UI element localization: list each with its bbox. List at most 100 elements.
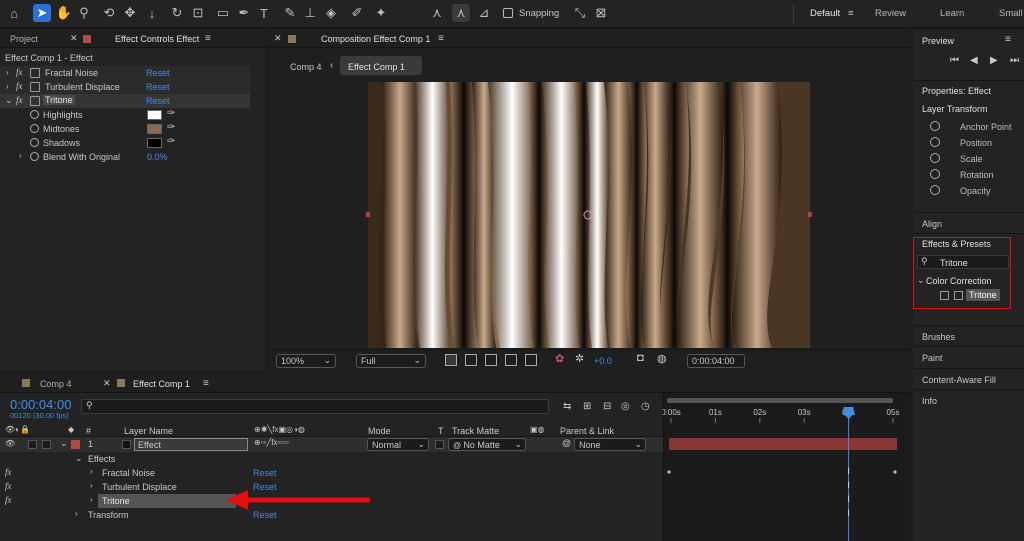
clone-stamp-icon[interactable]: ⊥ (301, 4, 319, 22)
paint-panel[interactable]: Paint (914, 346, 1024, 367)
eye-icon[interactable]: 👁 (5, 439, 15, 448)
info-panel[interactable]: Info (914, 389, 1024, 410)
preserve-transparency-box[interactable] (435, 440, 444, 449)
reset-link[interactable]: Reset (253, 510, 277, 520)
blend-value[interactable]: 0.0% (147, 152, 168, 162)
close-icon[interactable]: ✕ (70, 33, 78, 44)
layer-row[interactable]: 👁 ⌄ 1 Effect ⊕▫▫╱fx▫▫▫▫ Normal ⌄ @ No Mat… (0, 437, 663, 452)
type-tool-icon[interactable]: T (255, 4, 273, 22)
first-frame-icon[interactable]: ⏮ (950, 55, 959, 66)
tl-effect-row[interactable]: fx › Fractal Noise Reset (0, 466, 663, 480)
label-icon[interactable]: ◆ (68, 425, 74, 434)
home-icon[interactable]: ⌂ (5, 4, 23, 22)
reset-link[interactable]: Reset (146, 82, 170, 92)
exposure-reset-icon[interactable]: ✲ (575, 352, 584, 365)
grid-guides-icon[interactable] (525, 354, 537, 366)
workspace-small[interactable]: Small (999, 8, 1023, 19)
stopwatch-icon[interactable] (30, 138, 39, 147)
shy-icon[interactable]: ⊞ (583, 401, 591, 412)
effect-row-tritone[interactable]: ⌄ fx Tritone Reset (0, 94, 250, 108)
workspace-menu-icon[interactable]: ≡ (848, 8, 854, 19)
switches-icons[interactable]: ⊕✱╲fx▣◎◑◍ (254, 425, 305, 434)
tab-effect-controls[interactable]: Effect Controls Effect (115, 34, 199, 44)
layer-handle[interactable] (366, 212, 370, 217)
next-frame-icon[interactable]: ⏭ (1010, 55, 1019, 66)
mask-visibility-icon[interactable] (485, 354, 497, 366)
reset-link[interactable]: Reset (146, 96, 170, 106)
close-icon[interactable]: ✕ (274, 33, 282, 44)
mode-dropdown[interactable]: Normal ⌄ (367, 438, 429, 451)
dolly-camera-icon[interactable]: ↓ (143, 4, 161, 22)
eyedropper-icon[interactable]: ✑ (167, 122, 175, 133)
effect-row-turbulent-displace[interactable]: › fx Turbulent Displace Reset (0, 80, 250, 94)
timeline-search-input[interactable] (81, 399, 549, 414)
panel-menu-icon[interactable]: ≡ (205, 33, 211, 44)
visibility-icon[interactable]: 👁◐🔒 (5, 425, 30, 434)
layer-duration-bar[interactable] (669, 438, 897, 450)
tab-project[interactable]: Project (10, 34, 38, 44)
align-tool-1-icon[interactable]: ⋏ (428, 4, 446, 22)
pick-whip-icon[interactable]: @ (562, 438, 571, 448)
selection-tool-icon[interactable]: ➤ (33, 4, 51, 22)
stopwatch-icon[interactable] (930, 185, 940, 195)
show-snapshot-icon[interactable]: ◍ (657, 352, 667, 365)
timeline-timecode[interactable]: 0:00:04:00 (10, 397, 71, 412)
breadcrumb-comp4[interactable]: Comp 4 (290, 62, 322, 72)
playhead-handle[interactable] (843, 407, 854, 419)
panel-menu-icon[interactable]: ≡ (438, 33, 444, 44)
align-panel[interactable]: Align (914, 212, 1024, 233)
parent-dropdown[interactable]: None ⌄ (574, 438, 646, 451)
hand-tool-icon[interactable]: ✋ (55, 4, 73, 22)
effects-group-row[interactable]: ⌄ Effects (0, 452, 663, 466)
prev-frame-icon[interactable]: ◀ (970, 55, 978, 66)
motion-blur-icon[interactable]: ◎ (621, 401, 630, 412)
col-layer-name[interactable]: Layer Name (124, 426, 173, 436)
color-swatch[interactable] (147, 124, 162, 134)
timeline-ruler[interactable]: 0:00s01s02s03s04s05sIIII (663, 403, 911, 541)
transparency-grid-icon[interactable] (465, 354, 477, 366)
graph-editor-icon[interactable]: ◷ (641, 401, 650, 412)
exposure-value[interactable]: +0.0 (594, 356, 612, 366)
pan-behind-icon[interactable]: ⊡ (189, 4, 207, 22)
effect-row-fractal-noise[interactable]: › fx Fractal Noise Reset (0, 66, 250, 80)
snap-grid-icon[interactable]: ⊠ (592, 4, 610, 22)
color-swatch[interactable] (147, 138, 162, 148)
workspace-learn[interactable]: Learn (940, 8, 964, 19)
align-tool-3-icon[interactable]: ⊿ (475, 4, 493, 22)
snapshot-icon[interactable]: ◘ (637, 352, 644, 364)
stopwatch-icon[interactable] (930, 137, 940, 147)
roto-brush-icon[interactable]: ✐ (348, 4, 366, 22)
close-icon[interactable]: ✕ (103, 378, 111, 389)
workspace-default[interactable]: Default (810, 8, 840, 19)
viewer-timecode[interactable]: 0:00:04:00 (687, 354, 745, 368)
content-aware-fill-panel[interactable]: Content-Aware Fill (914, 368, 1024, 389)
layer-switches[interactable]: ⊕▫▫╱fx▫▫▫▫ (254, 438, 289, 447)
draft-3d-icon[interactable]: ⇆ (563, 401, 571, 412)
snap-options-icon[interactable]: ⤡ (571, 4, 589, 22)
channel-icon[interactable]: ✿ (555, 352, 564, 365)
pan-camera-icon[interactable]: ✥ (121, 4, 139, 22)
breadcrumb-effect-comp1[interactable]: Effect Comp 1 (348, 62, 405, 72)
fx-icon[interactable]: fx (16, 81, 23, 91)
region-of-interest-icon[interactable] (505, 354, 517, 366)
tab-effect-comp1[interactable]: Effect Comp 1 (133, 379, 190, 389)
brush-tool-icon[interactable]: ✎ (281, 4, 299, 22)
orbit-camera-icon[interactable]: ⟲ (100, 4, 118, 22)
stopwatch-icon[interactable] (30, 124, 39, 133)
zoom-dropdown[interactable]: 100% ⌄ (276, 354, 336, 368)
stopwatch-icon[interactable] (30, 152, 39, 161)
transform-row[interactable]: › Transform Reset (0, 508, 663, 522)
eyedropper-icon[interactable]: ✑ (167, 108, 175, 119)
fx-icon[interactable]: fx (5, 481, 12, 491)
layer-name-field[interactable]: Effect (134, 438, 248, 451)
tab-comp4[interactable]: Comp 4 (40, 379, 72, 389)
frame-blending-icon[interactable]: ⊟ (603, 401, 611, 412)
lock-box[interactable] (42, 440, 51, 449)
chevron-down-icon[interactable]: ⌄ (60, 438, 68, 449)
reset-link[interactable]: Reset (253, 468, 277, 478)
tab-composition[interactable]: Composition Effect Comp 1 (321, 34, 430, 44)
zoom-tool-icon[interactable]: ⚲ (75, 4, 93, 22)
fx-icon[interactable]: fx (5, 467, 12, 477)
workspace-review[interactable]: Review (875, 8, 906, 19)
play-icon[interactable]: ▶ (990, 55, 998, 66)
